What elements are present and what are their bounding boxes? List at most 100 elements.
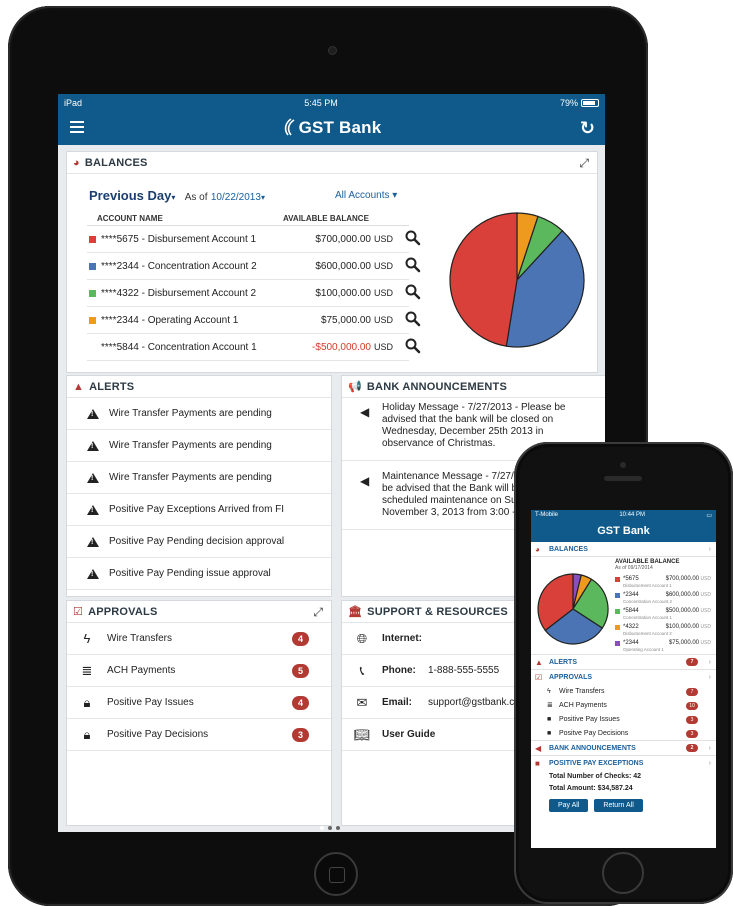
iphone-account-row[interactable]: *5675 Disbursement Account 1 $700,000.00 US…: [615, 575, 711, 591]
count-badge: 3: [686, 730, 698, 738]
iphone-account-row[interactable]: *4322 Disbursement Account 2 $100,000.00 US…: [615, 623, 711, 639]
page-dot: [328, 826, 332, 830]
approval-positive-pay-issues[interactable]: 🔒︎ Positive Pay Issues 4: [67, 687, 331, 719]
expand-icon[interactable]: ⤢: [313, 605, 323, 620]
alert-item[interactable]: Wire Transfer Payments are pending: [67, 430, 331, 462]
iphone-approvals-header[interactable]: ☑ APPROVALS ›: [531, 670, 716, 685]
alert-item[interactable]: Wire Transfer Payments are pending: [67, 398, 331, 430]
iphone-account-row[interactable]: *2344 Operating Account 1 $75,000.00 USD: [615, 639, 711, 655]
all-accounts-dropdown[interactable]: All Accounts ▾: [335, 190, 397, 201]
warning-icon: [87, 440, 99, 451]
lock-icon: 🔒︎: [83, 726, 91, 742]
account-name: ****2344 - Concentration Account 2: [101, 260, 257, 272]
count-badge: 5: [292, 664, 309, 678]
as-of-label: As of: [184, 192, 208, 203]
battery-indicator: 79%: [560, 98, 599, 108]
ipad-home-button[interactable]: [314, 852, 358, 896]
warning-icon: [87, 472, 99, 483]
account-balance: $600,000.00: [315, 260, 371, 272]
approval-ach-payments[interactable]: ≣ ACH Payments 5: [67, 655, 331, 687]
lock-icon: ■: [547, 716, 552, 723]
megaphone-icon: ◀: [360, 405, 370, 419]
count-badge: 7: [686, 688, 698, 696]
balance-row[interactable]: ****4322 - Disbursement Account 2 $100,00…: [87, 280, 421, 307]
checkbox-icon: ☑: [73, 606, 84, 618]
account-number: *2344: [623, 640, 639, 646]
iphone-account-row[interactable]: *2344 Concentration Account 2 $600,000.00 U…: [615, 591, 711, 607]
search-icon[interactable]: [405, 338, 421, 354]
account-name: ****2344 - Operating Account 1: [101, 314, 239, 326]
currency-code: USD: [373, 342, 393, 352]
account-number: *2344: [623, 592, 639, 598]
iphone-device: T-Mobile 10:44 PM ▭ GST Bank ◕ BALANCES …: [514, 442, 733, 904]
balances-panel: ◕ BALANCES ⤢ Previous Day▾ As of 10/22/2…: [66, 151, 598, 373]
currency-code: USD: [700, 608, 711, 614]
chevron-right-icon: ›: [708, 659, 711, 666]
page-dot: [336, 826, 340, 830]
alert-item[interactable]: Positive Pay Pending decision approval: [67, 526, 331, 558]
return-all-button[interactable]: Return All: [594, 799, 643, 812]
expand-icon[interactable]: ⤢: [579, 156, 589, 171]
approval-wire-transfers[interactable]: ϟ Wire Transfers 4: [67, 623, 331, 655]
iphone-approval-wire-transfers[interactable]: ϟ Wire Transfers 7: [531, 685, 716, 699]
iphone-announcements-header[interactable]: ◀ BANK ANNOUNCEMENTS 2 ›: [531, 741, 716, 756]
account-balance: $600,000.00: [665, 592, 699, 598]
iphone-balances-header[interactable]: ◕ BALANCES ›: [531, 542, 716, 557]
search-icon[interactable]: [405, 257, 421, 273]
currency-code: USD: [373, 261, 393, 271]
pay-all-button[interactable]: Pay All: [549, 799, 589, 812]
book-icon: 📖︎: [353, 726, 371, 742]
account-desc: Concentration Account 1: [623, 615, 673, 620]
table-header: ACCOUNT NAME AVAILABLE BALANCE: [87, 212, 409, 226]
balance-row[interactable]: ****5844 - Concentration Account 1 -$500,…: [87, 334, 421, 361]
iphone-balances-pie-chart: [537, 573, 609, 645]
iphone-approval-ach[interactable]: ≣ ACH Payments 10: [531, 699, 716, 713]
iphone-account-row[interactable]: *5844 Concentration Account 1 $500,000.00 U…: [615, 607, 711, 623]
warning-icon: ▲: [73, 380, 85, 393]
iphone-status-bar: T-Mobile 10:44 PM ▭: [531, 510, 716, 520]
refresh-icon[interactable]: ↻: [580, 118, 595, 139]
approval-positive-pay-decisions[interactable]: 🔒︎ Positive Pay Decisions 3: [67, 719, 331, 751]
count-badge: 10: [686, 702, 698, 710]
iphone-alerts-header[interactable]: ▲ ALERTS 7 ›: [531, 655, 716, 670]
balance-row[interactable]: ****5675 - Disbursement Account 1 $700,00…: [87, 226, 421, 253]
account-balance: $75,000.00: [668, 640, 699, 646]
iphone-speaker: [604, 476, 642, 481]
chevron-right-icon: ›: [708, 546, 711, 553]
search-icon[interactable]: [405, 230, 421, 246]
chevron-right-icon: ›: [708, 760, 711, 767]
account-desc: Disbursement Account 1: [623, 583, 672, 588]
balance-row[interactable]: ****2344 - Operating Account 1 $75,000.00…: [87, 307, 421, 334]
alert-text: Wire Transfer Payments are pending: [109, 440, 272, 451]
iphone-positive-pay-header[interactable]: ■ POSITIVE PAY EXCEPTIONS ›: [531, 756, 716, 771]
megaphone-icon: ◀: [360, 474, 370, 488]
megaphone-icon: 📢: [348, 381, 362, 393]
warning-icon: ▲: [535, 658, 543, 667]
device-mockup-stage: iPad 5:45 PM 79% GST Bank ↻ ◕ BALANCES ⤢…: [0, 0, 733, 906]
alert-item[interactable]: Positive Pay Exceptions Arrived from FI: [67, 494, 331, 526]
bank-icon: 🏛︎: [348, 606, 363, 618]
alert-text: Wire Transfer Payments are pending: [109, 408, 272, 419]
lightning-icon: ϟ: [83, 631, 91, 646]
account-balance: $700,000.00: [315, 233, 371, 245]
alert-item[interactable]: Positive Pay Pending issue approval: [67, 558, 331, 590]
account-balance: $100,000.00: [665, 624, 699, 630]
iphone-approval-pp-decisions[interactable]: ■ Positve Pay Decisions 3: [531, 727, 716, 741]
iphone-approval-pp-issues[interactable]: ■ Positive Pay Issues 3: [531, 713, 716, 727]
iphone-home-button[interactable]: [602, 852, 644, 894]
phone-icon: 📞︎: [359, 662, 365, 678]
search-icon[interactable]: [405, 311, 421, 327]
search-icon[interactable]: [405, 284, 421, 300]
balance-row[interactable]: ****2344 - Concentration Account 2 $600,0…: [87, 253, 421, 280]
series-swatch: [615, 577, 620, 582]
alert-item[interactable]: Wire Transfer Payments are pending: [67, 462, 331, 494]
alerts-header: ▲ ALERTS: [67, 376, 331, 398]
page-indicator: [320, 826, 340, 830]
period-dropdown[interactable]: Previous Day: [89, 188, 171, 203]
account-balance: -$500,000.00: [312, 341, 371, 353]
series-swatch: [615, 641, 620, 646]
ipad-status-bar: iPad 5:45 PM 79%: [58, 94, 605, 111]
date-dropdown[interactable]: 10/22/2013: [211, 192, 261, 203]
count-badge: 3: [292, 728, 309, 742]
alert-text: Positive Pay Pending decision approval: [109, 536, 285, 547]
